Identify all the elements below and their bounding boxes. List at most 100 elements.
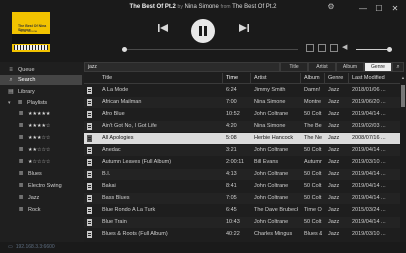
table-row[interactable]: Blue Rondo A La Turk 6:45 The Dave Brubeck… (84, 205, 400, 216)
sidebar-item-label: Jazz (28, 195, 40, 201)
table-cell: Jazz (328, 159, 340, 165)
table-row[interactable]: Bakai 8:41 John Coltrane 50 Colt Jazz 2019/04… (84, 181, 400, 192)
sidebar-item-library[interactable]: ▤ Library (0, 87, 82, 97)
column-time[interactable]: Time (226, 75, 238, 81)
table-cell: Jimmy Smith (254, 87, 286, 93)
table-row[interactable]: Blues & Roots (Full Album) 40:22 Charles M… (84, 229, 400, 240)
table-cell: All Apologies (102, 135, 134, 141)
seek-handle[interactable] (122, 47, 127, 52)
table-cell: Jazz (328, 231, 340, 237)
column-album[interactable]: Album (304, 75, 320, 81)
playlist-icon: ≣ (18, 183, 24, 189)
table-cell: 2019/04/14 ... (352, 147, 386, 153)
single-icon[interactable] (330, 44, 338, 52)
table-cell: Damn! (304, 87, 321, 93)
shuffle-icon[interactable] (318, 44, 326, 52)
column-last-modified[interactable]: Last Modified (352, 75, 385, 81)
seek-bar[interactable] (122, 47, 298, 52)
search-icon[interactable]: ⌕ (392, 62, 404, 72)
sidebar-item-playlists[interactable]: ▾ ≣ Playlists (0, 98, 82, 108)
column-genre[interactable]: Genre (328, 75, 343, 81)
table-cell: 2019/04/14 ... (352, 111, 386, 117)
volume-handle[interactable] (387, 47, 392, 52)
audio-file-icon (87, 207, 92, 214)
now-playing-title: The Best Of Pt.2 (129, 4, 176, 10)
table-cell: John Coltrane (254, 171, 289, 177)
table-row[interactable]: B.I. 4:13 John Coltrane 50 Colt Jazz 2019/04/… (84, 169, 400, 180)
server-ip: 192.168.3.3:6600 (15, 244, 55, 250)
server-address: ▭ 192.168.3.3:6600 (8, 244, 55, 250)
sidebar-item-search[interactable]: ⌕ Search (0, 75, 82, 85)
sidebar-item-playlist-4star[interactable]: ≣ ★★★★☆ (0, 121, 82, 131)
sidebar-item-playlist-jazz[interactable]: ≣ Jazz (0, 193, 82, 203)
table-cell: 2019/04/14 ... (352, 219, 386, 225)
table-row[interactable]: Afro Blue 10:52 John Coltrane 50 Colt Jazz 20… (84, 109, 400, 120)
search-input[interactable]: jazz (84, 62, 280, 72)
column-artist[interactable]: Artist (254, 75, 267, 81)
scroll-thumb[interactable] (401, 85, 405, 107)
minimize-icon[interactable]: — (356, 2, 370, 14)
table-row[interactable]: All Apologies 5:08 Herbie Hancock The Ne Jaz… (84, 133, 400, 144)
repeat-icon[interactable] (306, 44, 314, 52)
table-cell: Jazz (328, 111, 340, 117)
table-cell: 8:41 (226, 183, 237, 189)
sidebar-item-playlist-3star[interactable]: ≣ ★★★☆☆ (0, 133, 82, 143)
sidebar-item-playlist-blues[interactable]: ≣ Blues (0, 169, 82, 179)
skip-previous-icon[interactable] (157, 22, 169, 34)
table-cell: 50 Colt (304, 195, 322, 201)
sidebar-item-playlist-5star[interactable]: ≣ ★★★★★ (0, 109, 82, 119)
table-cell: John Coltrane (254, 147, 289, 153)
chevron-down-icon: ▾ (8, 100, 11, 106)
sidebar-item-playlist-1star[interactable]: ≣ ★☆☆☆☆ (0, 157, 82, 167)
audio-file-icon (87, 111, 92, 118)
gear-icon[interactable]: ⚙ (325, 2, 337, 14)
sidebar-item-playlist-rock[interactable]: ≣ Rock (0, 205, 82, 215)
scrollbar[interactable]: ▲ (400, 73, 406, 242)
table-cell: Blue Rondo A La Turk (102, 207, 156, 213)
table-row[interactable]: A La Mode 6:24 Jimmy Smith Damn! Jazz 2018/01… (84, 85, 400, 96)
table-cell: Autumn (304, 159, 322, 165)
table-cell: Blue Train (102, 219, 127, 225)
tab-title[interactable]: Title (280, 62, 308, 72)
table-row[interactable]: Ain't Got No, I Got Life 4:20 Nina Simone T… (84, 121, 400, 132)
app-window: The Best Of Pt.2 by Nina Simone from The… (0, 0, 406, 253)
volume-slider[interactable] (356, 47, 392, 52)
column-title[interactable]: Title (102, 75, 112, 81)
table-cell: 3:21 (226, 147, 237, 153)
tab-genre[interactable]: Genre (364, 62, 392, 72)
pause-button[interactable] (191, 19, 215, 43)
table-row[interactable]: Blue Train 10:43 John Coltrane 50 Colt Jazz 2… (84, 217, 400, 228)
skip-next-icon[interactable] (238, 22, 250, 34)
table-cell: Jazz (328, 99, 340, 105)
tab-artist[interactable]: Artist (308, 62, 336, 72)
table-cell: Blues & Roots (Full Album) (102, 231, 168, 237)
playlist-rating: ★★★★☆ (28, 123, 51, 129)
table-cell: 2019/04/14 ... (352, 195, 386, 201)
sidebar-item-label: Rock (28, 207, 41, 213)
audio-file-icon (87, 183, 92, 190)
table-cell: The Be (304, 123, 322, 129)
table-cell: 50 Colt (304, 111, 322, 117)
tab-album[interactable]: Album (336, 62, 364, 72)
sidebar-item-queue[interactable]: ≡ Queue (0, 65, 82, 75)
audio-file-icon (87, 195, 92, 202)
table-row[interactable]: African Mailman 7:00 Nina Simone Montre Jazz… (84, 97, 400, 108)
table-cell: 7:00 (226, 99, 237, 105)
table-row[interactable]: Bass Blues 7:05 John Coltrane 50 Colt Jazz 20… (84, 193, 400, 204)
volume-icon[interactable]: ◀ (342, 43, 350, 51)
table-cell: 50 Colt (304, 219, 322, 225)
table-row[interactable]: Autumn Leaves (Full Album) 2:00:11 Bill Ev… (84, 157, 400, 168)
scroll-up-icon[interactable]: ▲ (400, 75, 406, 80)
sidebar-item-playlist-electro-swing[interactable]: ≣ Electro Swing (0, 181, 82, 191)
queue-icon: ≡ (9, 67, 13, 73)
table-cell: Time O (304, 207, 322, 213)
sidebar-item-playlist-2star[interactable]: ≣ ★★☆☆☆ (0, 145, 82, 155)
maximize-icon[interactable]: ☐ (372, 2, 386, 14)
close-icon[interactable]: ✕ (388, 2, 402, 14)
table-row[interactable]: Anedac 3:21 John Coltrane 50 Colt Jazz 2019/0… (84, 145, 400, 156)
player-header: The Best Of Pt.2 by Nina Simone from The… (0, 0, 406, 62)
table-cell: 50 Colt (304, 183, 322, 189)
table-cell: Jazz (328, 171, 340, 177)
playlist-icon: ≣ (18, 159, 24, 165)
audio-file-icon (87, 171, 92, 178)
